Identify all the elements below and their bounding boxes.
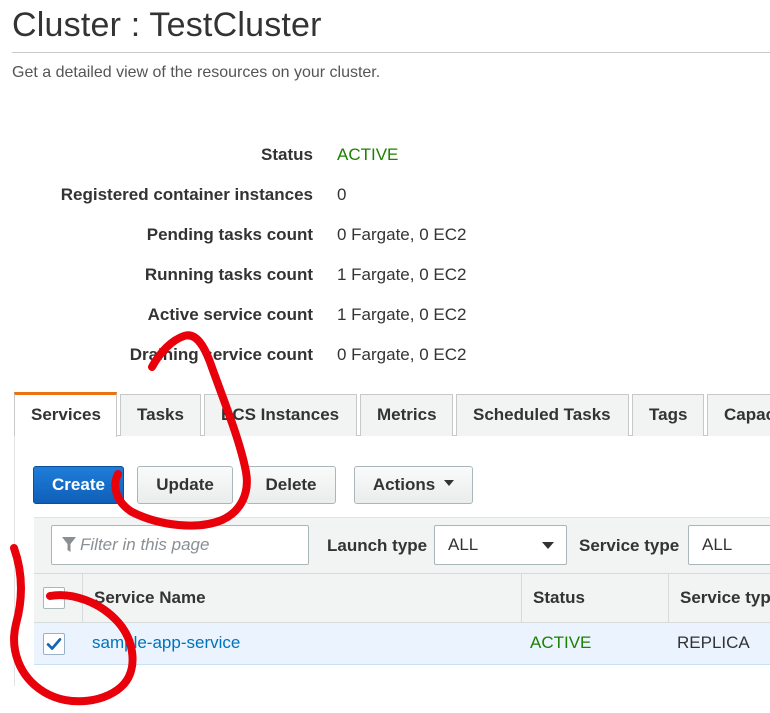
tab-tags[interactable]: Tags bbox=[632, 394, 704, 436]
detail-value: 0 bbox=[337, 185, 347, 204]
select-all-checkbox[interactable] bbox=[43, 587, 65, 609]
update-button[interactable]: Update bbox=[137, 466, 233, 504]
tab-tasks[interactable]: Tasks bbox=[120, 394, 201, 436]
cluster-tabs: Services Tasks ECS Instances Metrics Sch… bbox=[14, 392, 770, 437]
detail-label: Draining service count bbox=[129, 345, 313, 364]
launch-type-label: Launch type bbox=[327, 536, 428, 555]
service-name-link[interactable]: sample-app-service bbox=[92, 633, 240, 653]
detail-value: 1 Fargate, 0 EC2 bbox=[337, 305, 467, 324]
actions-label: Actions bbox=[372, 475, 436, 494]
filter-icon bbox=[62, 537, 76, 552]
detail-row-draining-services: Draining service count 0 Fargate, 0 EC2 bbox=[0, 345, 770, 369]
service-type-cell: REPLICA bbox=[677, 633, 750, 652]
detail-row-status: Status ACTIVE bbox=[0, 145, 770, 169]
detail-row-registered-instances: Registered container instances 0 bbox=[0, 185, 770, 209]
filter-placeholder: Filter in this page bbox=[80, 535, 210, 554]
page-subtitle: Get a detailed view of the resources on … bbox=[12, 64, 381, 81]
column-divider bbox=[82, 573, 83, 623]
detail-value: 0 Fargate, 0 EC2 bbox=[337, 345, 467, 364]
service-type-label: Service type bbox=[579, 536, 680, 555]
tab-services[interactable]: Services bbox=[14, 392, 117, 437]
row-checkbox[interactable] bbox=[43, 633, 65, 655]
tab-metrics[interactable]: Metrics bbox=[360, 394, 453, 436]
filter-input[interactable]: Filter in this page bbox=[51, 525, 309, 565]
launch-type-select[interactable]: ALL bbox=[434, 525, 567, 565]
column-header-status[interactable]: Status bbox=[533, 588, 585, 608]
detail-label: Status bbox=[261, 145, 313, 164]
tab-ecs-instances[interactable]: ECS Instances bbox=[204, 394, 357, 436]
tab-scheduled-tasks[interactable]: Scheduled Tasks bbox=[456, 394, 629, 436]
title-divider bbox=[12, 52, 770, 53]
actions-dropdown-button[interactable]: Actions bbox=[354, 466, 473, 504]
detail-label: Running tasks count bbox=[144, 265, 313, 284]
service-type-select[interactable]: ALL bbox=[688, 525, 770, 565]
detail-label: Active service count bbox=[147, 305, 313, 324]
detail-value: 0 Fargate, 0 EC2 bbox=[337, 225, 467, 244]
service-type-value: ALL bbox=[702, 535, 733, 554]
tab-capacity-providers[interactable]: Capacity Providers bbox=[707, 394, 770, 436]
caret-down-icon bbox=[542, 542, 554, 549]
detail-row-running-tasks: Running tasks count 1 Fargate, 0 EC2 bbox=[0, 265, 770, 289]
delete-button[interactable]: Delete bbox=[246, 466, 336, 504]
create-button[interactable]: Create bbox=[33, 466, 124, 504]
detail-row-active-services: Active service count 1 Fargate, 0 EC2 bbox=[0, 305, 770, 329]
column-header-service-name[interactable]: Service Name bbox=[94, 588, 206, 608]
caret-down-icon bbox=[444, 480, 455, 486]
detail-value: 1 Fargate, 0 EC2 bbox=[337, 265, 467, 284]
detail-label: Pending tasks count bbox=[146, 225, 313, 244]
column-divider bbox=[668, 573, 669, 623]
checkmark-icon bbox=[46, 638, 62, 650]
status-value: ACTIVE bbox=[337, 145, 399, 164]
column-header-service-type[interactable]: Service type bbox=[680, 588, 770, 608]
service-status: ACTIVE bbox=[530, 633, 592, 652]
column-divider bbox=[521, 573, 522, 623]
detail-label: Registered container instances bbox=[60, 185, 313, 204]
detail-row-pending-tasks: Pending tasks count 0 Fargate, 0 EC2 bbox=[0, 225, 770, 249]
page-title: Cluster : TestCluster bbox=[12, 6, 322, 44]
launch-type-value: ALL bbox=[448, 535, 479, 554]
